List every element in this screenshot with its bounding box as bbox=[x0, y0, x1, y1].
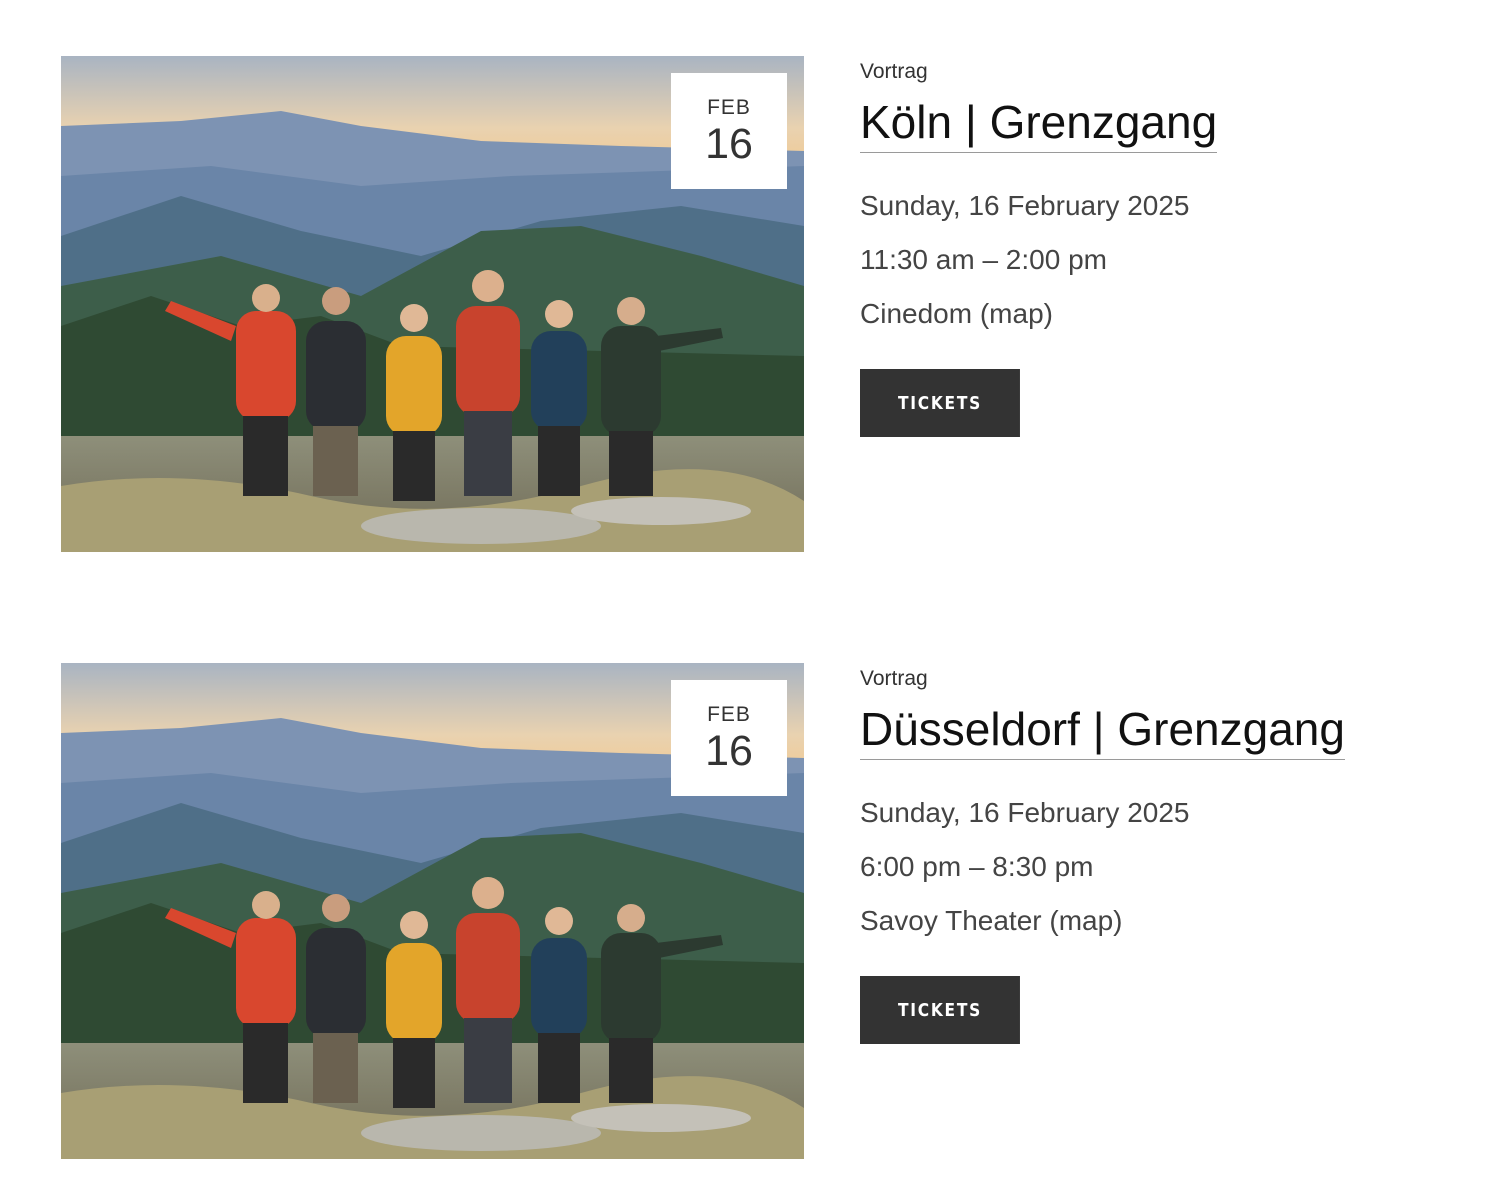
event-card: FEB 16 Vortrag Köln | Grenzgang Sunday, … bbox=[61, 56, 1461, 552]
date-badge: FEB 16 bbox=[671, 73, 787, 189]
event-venue: Cinedom bbox=[860, 298, 973, 329]
event-venue: Savoy Theater bbox=[860, 905, 1042, 936]
venue-map-link[interactable]: (map) bbox=[1049, 905, 1122, 936]
event-photo[interactable]: FEB 16 bbox=[61, 56, 804, 552]
tickets-button[interactable]: Tickets bbox=[860, 369, 1020, 437]
event-date: Sunday, 16 February 2025 bbox=[860, 797, 1190, 828]
event-time: 6:00 pm – 8:30 pm bbox=[860, 851, 1094, 882]
tickets-button[interactable]: Tickets bbox=[860, 976, 1020, 1044]
event-venue-line: Savoy Theater (map) bbox=[860, 904, 1123, 938]
date-badge-month: FEB bbox=[707, 703, 751, 726]
event-time: 11:30 am – 2:00 pm bbox=[860, 244, 1107, 275]
event-category: Vortrag bbox=[860, 667, 928, 690]
event-title-link[interactable]: Köln | Grenzgang bbox=[860, 94, 1218, 153]
event-venue-line: Cinedom (map) bbox=[860, 297, 1053, 331]
date-badge-day: 16 bbox=[705, 727, 753, 775]
date-badge: FEB 16 bbox=[671, 680, 787, 796]
event-photo[interactable]: FEB 16 bbox=[61, 663, 804, 1159]
event-card: FEB 16 Vortrag Düsseldorf | Grenzgang Su… bbox=[61, 663, 1461, 1159]
event-category: Vortrag bbox=[860, 60, 928, 83]
venue-map-link[interactable]: (map) bbox=[980, 298, 1053, 329]
date-badge-month: FEB bbox=[707, 96, 751, 119]
date-badge-day: 16 bbox=[705, 120, 753, 168]
event-title-link[interactable]: Düsseldorf | Grenzgang bbox=[860, 701, 1345, 760]
event-date: Sunday, 16 February 2025 bbox=[860, 190, 1190, 221]
